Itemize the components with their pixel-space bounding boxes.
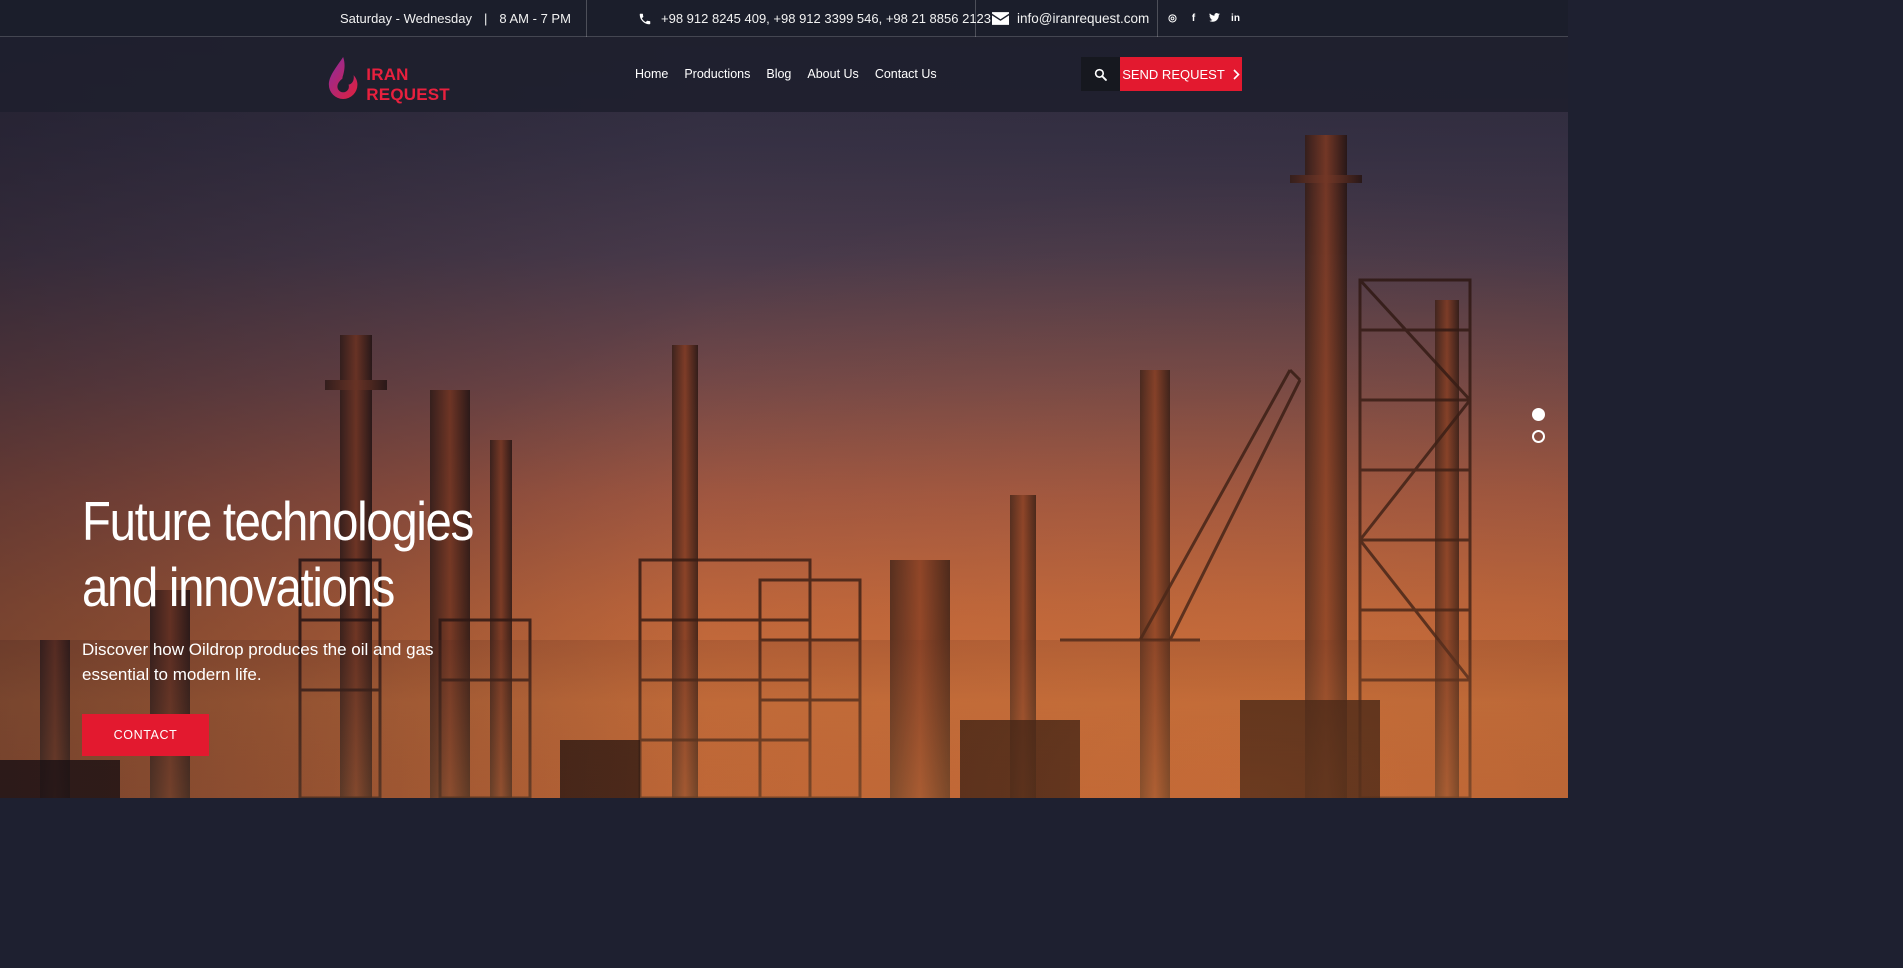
slide-dot-2[interactable] — [1532, 430, 1545, 443]
topbar-divider — [975, 0, 976, 37]
nav-about-us[interactable]: About Us — [807, 67, 858, 81]
send-request-button[interactable]: SEND REQUEST — [1120, 57, 1242, 91]
envelope-icon — [991, 11, 1009, 27]
top-info-bar: Saturday - Wednesday | 8 AM - 7 PM +98 9… — [0, 0, 1568, 37]
main-header: IRAN REQUEST Home Productions Blog About… — [0, 37, 1568, 112]
business-time: 8 AM - 7 PM — [499, 11, 571, 26]
nav-home[interactable]: Home — [635, 67, 668, 81]
business-hours: Saturday - Wednesday | 8 AM - 7 PM — [340, 0, 571, 37]
nav-blog[interactable]: Blog — [766, 67, 791, 81]
email-address: info@iranrequest.com — [1017, 11, 1150, 26]
facebook-icon[interactable]: f — [1188, 13, 1199, 24]
email-contact[interactable]: info@iranrequest.com — [991, 0, 1149, 37]
linkedin-icon[interactable]: in — [1230, 13, 1241, 24]
topbar-divider — [586, 0, 587, 37]
nav-productions[interactable]: Productions — [684, 67, 750, 81]
twitter-icon[interactable] — [1209, 12, 1220, 25]
send-request-label: SEND REQUEST — [1122, 66, 1225, 82]
social-links: ◎ f in — [1167, 0, 1241, 37]
flame-logo-icon — [328, 57, 358, 99]
topbar-divider — [1157, 0, 1158, 37]
main-navigation: Home Productions Blog About Us Contact U… — [635, 67, 937, 81]
nav-contact-us[interactable]: Contact Us — [875, 67, 937, 81]
phone-numbers-text: +98 912 8245 409, +98 912 3399 546, +98 … — [661, 11, 992, 26]
logo-text: IRAN REQUEST — [366, 65, 450, 104]
contact-button-label: CONTACT — [113, 728, 178, 742]
hero-subtext: Discover how Oildrop produces the oil an… — [82, 640, 434, 684]
search-button[interactable] — [1081, 57, 1120, 91]
site-logo[interactable]: IRAN REQUEST — [326, 55, 491, 104]
hero-headline: Future technologies and innovations — [82, 490, 474, 618]
instagram-icon[interactable]: ◎ — [1167, 13, 1178, 24]
hours-separator: | — [484, 11, 488, 26]
slide-dot-1[interactable] — [1532, 408, 1545, 421]
phone-numbers[interactable]: +98 912 8245 409, +98 912 3399 546, +98 … — [637, 0, 991, 37]
search-icon — [1094, 68, 1107, 81]
contact-button[interactable]: CONTACT — [82, 714, 209, 756]
business-days: Saturday - Wednesday — [340, 11, 472, 26]
chevron-right-icon — [1233, 68, 1240, 80]
phone-icon — [637, 11, 653, 27]
